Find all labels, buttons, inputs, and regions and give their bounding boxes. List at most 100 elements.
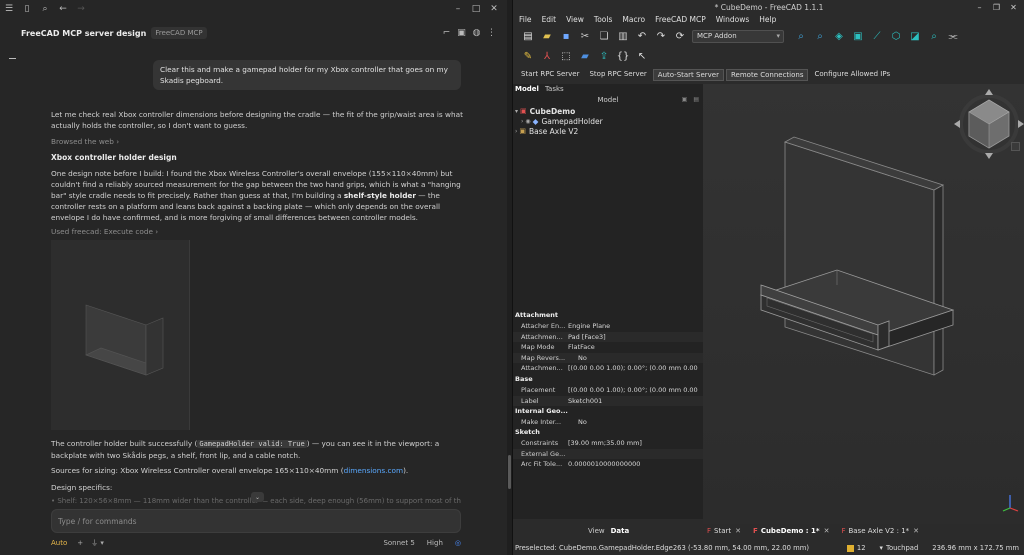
- start-rpc-button[interactable]: Start RPC Server: [517, 69, 583, 81]
- mode-selector[interactable]: Auto: [51, 539, 67, 547]
- link-icon[interactable]: ⫘: [946, 29, 960, 43]
- axis-cross-icon[interactable]: ⅄: [540, 49, 554, 63]
- message-input[interactable]: [52, 510, 460, 532]
- menu-edit[interactable]: Edit: [542, 15, 557, 27]
- plus-icon[interactable]: +: [77, 539, 83, 547]
- browsed-web-toggle[interactable]: Browsed the web ›: [51, 137, 119, 146]
- tab-cubedemo[interactable]: F CubeDemo : 1* ✕: [749, 524, 833, 537]
- copy-icon[interactable]: ❏: [597, 29, 611, 43]
- tab-start[interactable]: F Start ✕: [703, 524, 745, 537]
- tree-item-cubedemo[interactable]: ▾ ▣ CubeDemo: [515, 106, 575, 116]
- visibility-eye-icon[interactable]: ◉: [525, 118, 530, 125]
- menu-view[interactable]: View: [566, 15, 584, 27]
- prop-external-geo[interactable]: External Ge...: [513, 448, 703, 459]
- project-badge[interactable]: FreeCAD MCP: [151, 27, 207, 39]
- tab-data[interactable]: Data: [611, 527, 630, 535]
- front-view-icon[interactable]: ▣: [851, 29, 865, 43]
- close-tab-icon[interactable]: ✕: [824, 527, 830, 535]
- menu-macro[interactable]: Macro: [622, 15, 645, 27]
- refresh-icon[interactable]: ⟳: [673, 29, 687, 43]
- panel-icon[interactable]: ▣: [454, 24, 469, 42]
- prop-attachment-support[interactable]: Attachmen... Pad [Face3]: [513, 331, 703, 342]
- minimize-icon[interactable]: –: [971, 0, 988, 15]
- menu-freecad-mcp[interactable]: FreeCAD MCP: [655, 15, 706, 27]
- conversation-title[interactable]: FreeCAD MCP server design: [21, 29, 146, 38]
- send-icon[interactable]: ◎: [455, 539, 461, 547]
- forward-arrow-icon[interactable]: →: [72, 0, 90, 18]
- whats-this-icon[interactable]: ↖: [635, 49, 649, 63]
- cut-icon[interactable]: ✂: [578, 29, 592, 43]
- expand-arrow-icon[interactable]: ›: [515, 128, 517, 135]
- macro-icon[interactable]: ✎: [521, 49, 535, 63]
- zoom-icon[interactable]: ⌕: [927, 29, 941, 43]
- more-icon[interactable]: ⋮: [484, 24, 499, 42]
- prop-constraints[interactable]: Constraints [39.00 mm;35.00 mm]: [513, 438, 703, 449]
- std-views-icon[interactable]: ◪: [908, 29, 922, 43]
- prop-map-reversed[interactable]: Map Revers... No: [513, 352, 703, 363]
- zoom-selection-icon[interactable]: ⌕: [813, 29, 827, 43]
- draw-style-icon[interactable]: ⬡: [889, 29, 903, 43]
- prop-attachment-offset[interactable]: Attachmen... [(0.00 0.00 1.00); 0.00°; (0…: [513, 363, 703, 374]
- tab-tasks[interactable]: Tasks: [545, 85, 564, 95]
- minimize-icon[interactable]: –: [449, 0, 467, 18]
- nav-cube-menu-icon[interactable]: [1011, 142, 1020, 151]
- chat-scrollbar[interactable]: [508, 455, 511, 489]
- tree-sync-icon[interactable]: ▣: [682, 96, 688, 103]
- sidebar-toggle-icon[interactable]: ▯: [18, 0, 36, 18]
- 3d-viewport[interactable]: [703, 84, 1024, 524]
- workbench-selector[interactable]: MCP Addon: [692, 29, 784, 43]
- prop-map-mode[interactable]: Map Mode FlatFace: [513, 342, 703, 353]
- navigation-style[interactable]: ▾ Touchpad: [880, 544, 919, 552]
- export-icon[interactable]: ⇪: [597, 49, 611, 63]
- restore-icon[interactable]: ❐: [988, 0, 1005, 15]
- braces-icon[interactable]: {}: [616, 49, 630, 63]
- prop-make-internals[interactable]: Make Inter... No: [513, 417, 703, 428]
- maximize-icon[interactable]: □: [467, 0, 485, 18]
- model-selector[interactable]: Sonnet 5: [383, 539, 414, 547]
- dimensions-link[interactable]: dimensions.com: [344, 466, 404, 475]
- notification-area[interactable]: 12: [846, 544, 866, 552]
- back-arrow-icon[interactable]: ←: [54, 0, 72, 18]
- tree-expand-icon[interactable]: ▤: [693, 96, 699, 103]
- view-cube-icon[interactable]: ◈: [832, 29, 846, 43]
- tab-base-axle[interactable]: F Base Axle V2 : 1* ✕: [837, 524, 923, 537]
- prop-attacher-engine[interactable]: Attacher En... Engine Plane: [513, 321, 703, 332]
- prop-placement[interactable]: Placement [(0.00 0.00 1.00); 0.00°; (0.00…: [513, 385, 703, 396]
- tab-model[interactable]: Model: [515, 85, 539, 95]
- redo-icon[interactable]: ↷: [654, 29, 668, 43]
- menu-tools[interactable]: Tools: [594, 15, 612, 27]
- record-macro-icon[interactable]: ⬚: [559, 49, 573, 63]
- undo-icon[interactable]: ↶: [635, 29, 649, 43]
- new-file-icon[interactable]: ▤: [521, 29, 535, 43]
- mic-icon[interactable]: ⏚ ▾: [91, 538, 104, 548]
- terminal-icon[interactable]: ⌐: [439, 24, 454, 42]
- globe-icon[interactable]: ◍: [469, 24, 484, 42]
- expand-arrow-icon[interactable]: ›: [521, 118, 523, 125]
- tab-view[interactable]: View: [588, 527, 605, 535]
- auto-start-button[interactable]: Auto-Start Server: [652, 69, 724, 81]
- menu-file[interactable]: File: [519, 15, 532, 27]
- folder-icon[interactable]: ▰: [578, 49, 592, 63]
- tool-call-toggle[interactable]: Used freecad: Execute code ›: [51, 227, 158, 236]
- close-icon[interactable]: ✕: [485, 0, 503, 18]
- save-icon[interactable]: ▪: [559, 29, 573, 43]
- remote-connections-button[interactable]: Remote Connections: [725, 69, 809, 81]
- stop-rpc-button[interactable]: Stop RPC Server: [585, 69, 650, 81]
- message-input-box[interactable]: [51, 509, 461, 533]
- menu-windows[interactable]: Windows: [716, 15, 749, 27]
- open-file-icon[interactable]: ▰: [540, 29, 554, 43]
- configure-ips-button[interactable]: Configure Allowed IPs: [810, 69, 894, 81]
- search-icon[interactable]: ⌕: [36, 0, 54, 18]
- close-tab-icon[interactable]: ✕: [913, 527, 919, 535]
- measure-icon[interactable]: ⟋: [870, 29, 884, 43]
- close-tab-icon[interactable]: ✕: [735, 527, 741, 535]
- paste-icon[interactable]: ▥: [616, 29, 630, 43]
- scroll-down-icon[interactable]: ⌄: [251, 492, 264, 502]
- prop-label[interactable]: Label Sketch001: [513, 395, 703, 406]
- zoom-fit-icon[interactable]: ⌕: [794, 29, 808, 43]
- tree-item-base-axle[interactable]: › ▣ Base Axle V2: [515, 126, 578, 136]
- tree-item-gamepadholder[interactable]: › ◉ ◆ GamepadHolder: [521, 116, 603, 126]
- prop-arc-fit-tolerance[interactable]: Arc Fit Tole... 0.0000010000000000: [513, 459, 703, 470]
- menu-help[interactable]: Help: [759, 15, 776, 27]
- effort-selector[interactable]: High: [427, 539, 443, 547]
